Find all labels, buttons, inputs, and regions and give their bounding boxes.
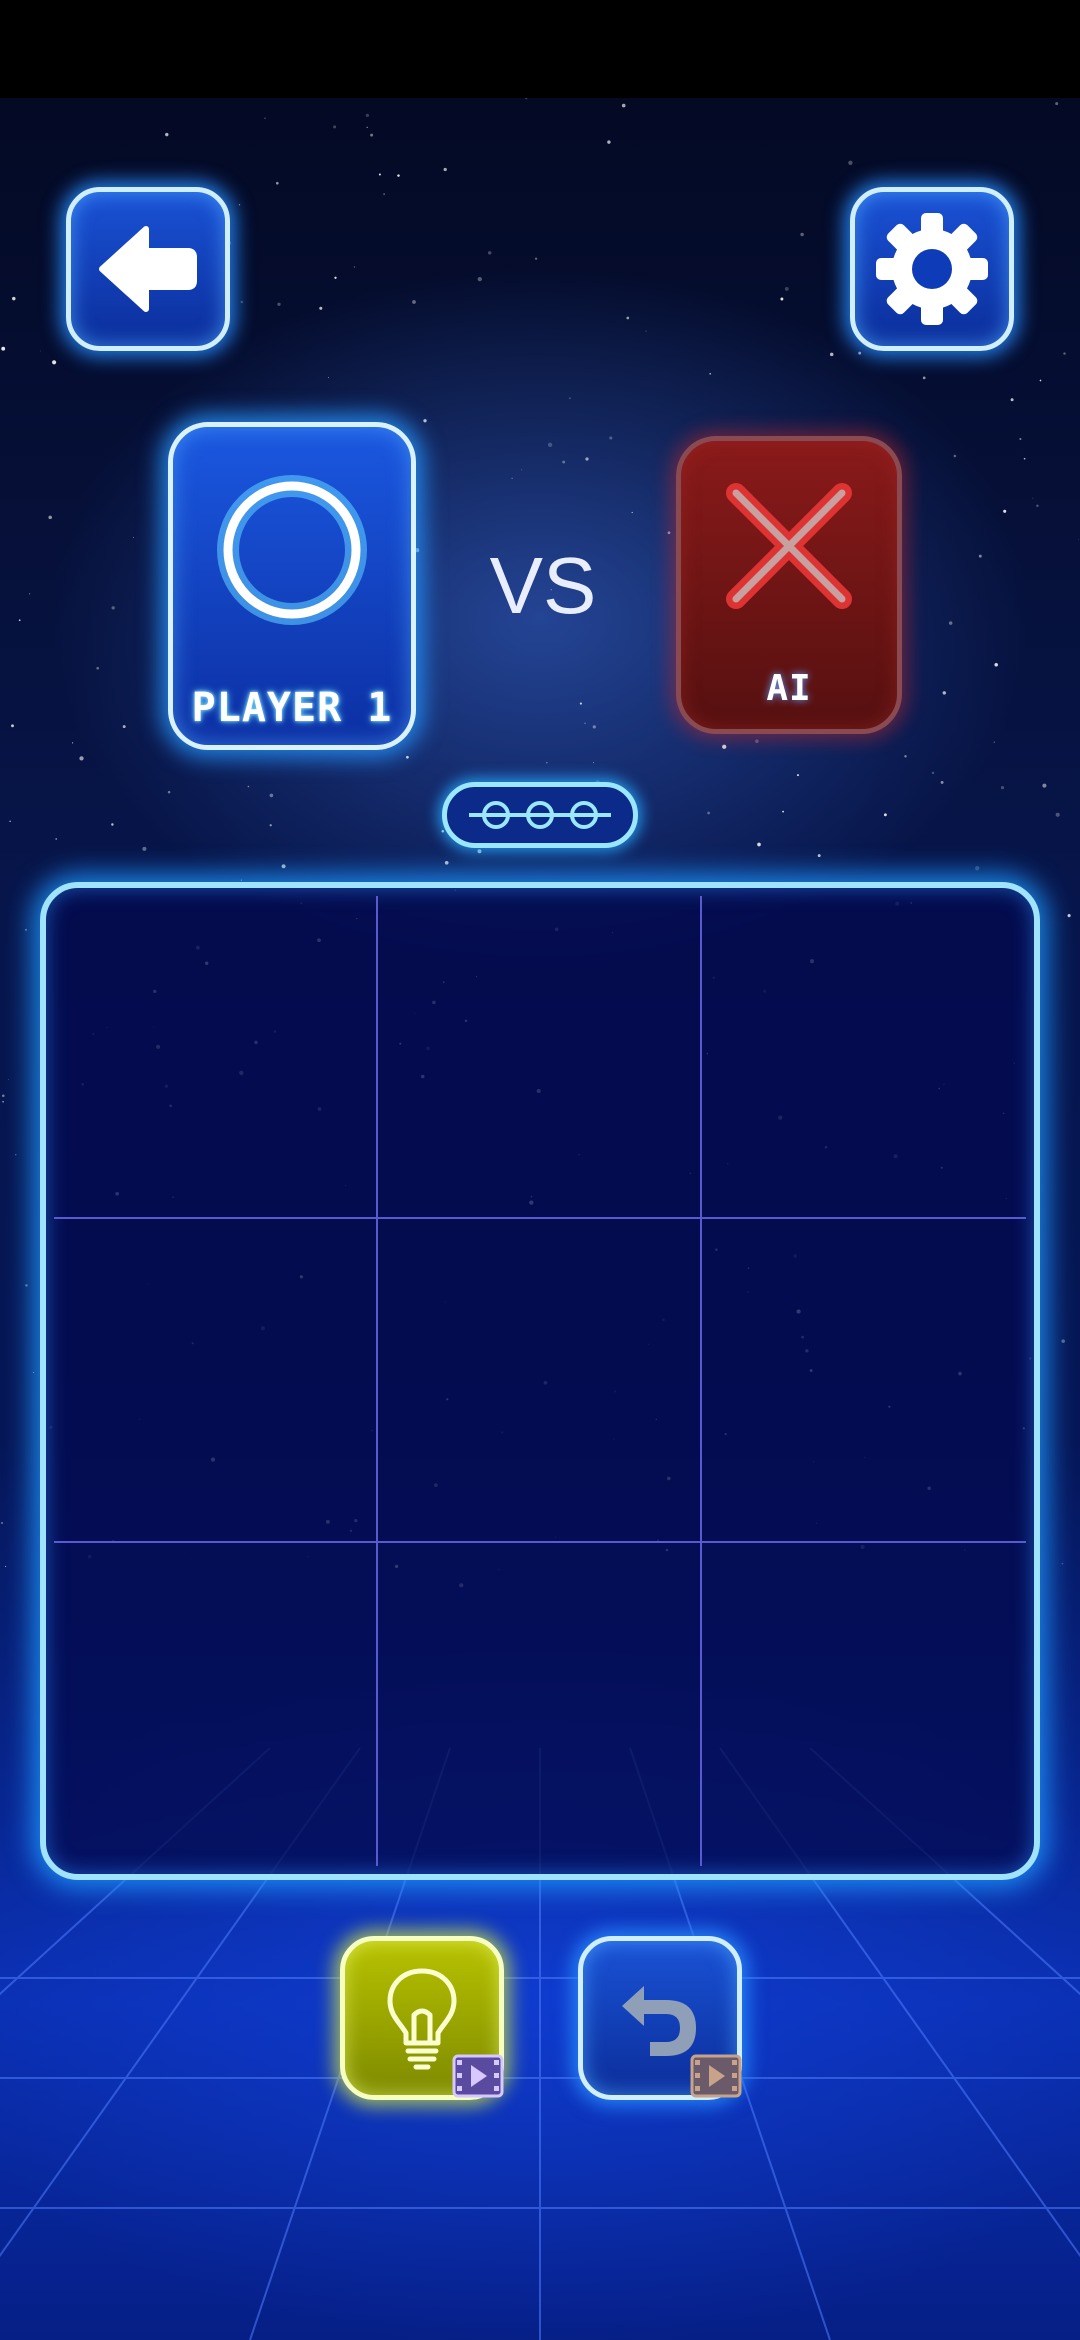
video-ad-icon [690,2054,742,2098]
round-progress-indicator [442,782,638,848]
game-board [40,882,1040,1880]
settings-button[interactable] [850,187,1014,351]
board-cell-1[interactable] [54,896,378,1220]
player1-label: PLAYER 1 [191,685,393,731]
vs-label: VS [489,541,597,630]
o-symbol-icon [217,475,367,625]
arrow-left-icon [99,226,197,312]
x-symbol-icon [726,483,852,609]
board-cell-8[interactable] [378,1542,702,1866]
lightbulb-icon [387,1968,457,2070]
board-cell-3[interactable] [702,896,1026,1220]
board-cell-9[interactable] [702,1543,1026,1866]
ai-card: AI [676,436,902,734]
video-ad-icon [452,2054,504,2098]
board-cell-7[interactable] [54,1542,378,1866]
back-button[interactable] [66,187,230,351]
undo-icon [622,1986,696,2056]
undo-button[interactable] [578,1936,742,2100]
board-cell-6[interactable] [702,1219,1026,1543]
board-cell-4[interactable] [54,1219,378,1543]
player1-card: PLAYER 1 [168,422,416,750]
board-cell-2[interactable] [378,896,702,1220]
ai-label: AI [766,668,812,709]
board-cell-5[interactable] [378,1219,702,1543]
gear-icon [876,213,988,325]
status-bar [0,0,1080,98]
hint-button[interactable] [340,1936,504,2100]
